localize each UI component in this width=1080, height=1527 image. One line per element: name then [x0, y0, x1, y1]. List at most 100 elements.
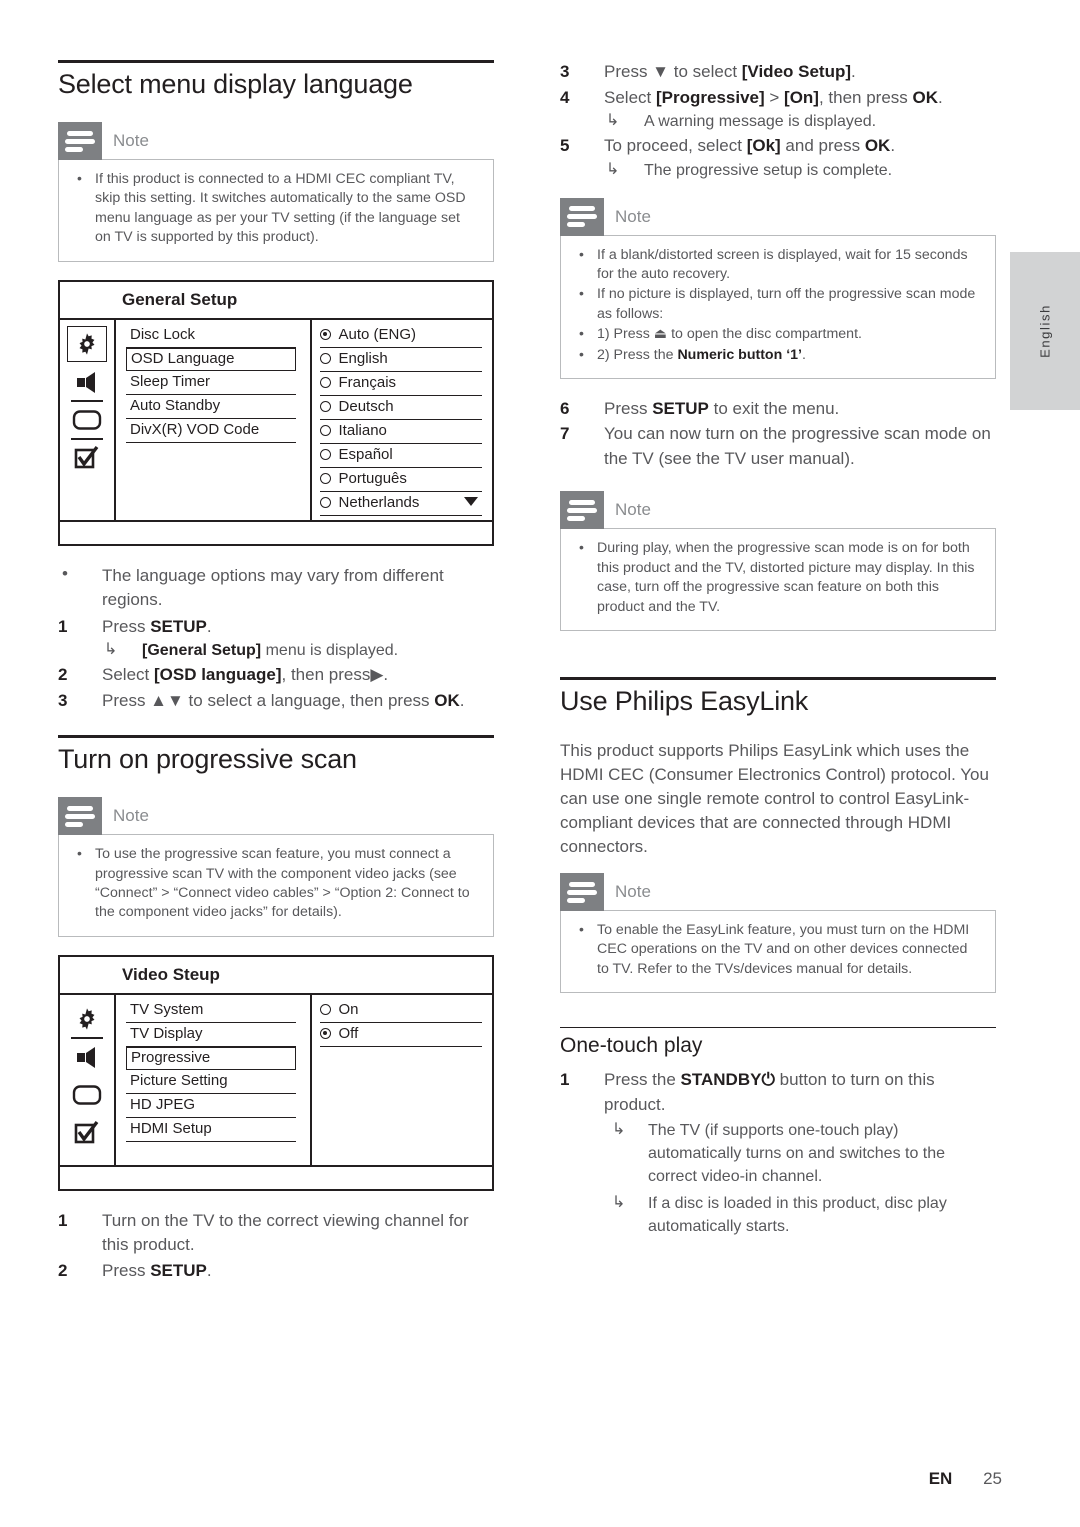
step-substep: ↳ The TV (if supports one-touch play) au…: [604, 1119, 996, 1188]
checkbox-icon[interactable]: [67, 1115, 107, 1151]
osd-columns: Disc Lock OSD Language Sleep Timer Auto …: [116, 319, 492, 520]
right-column: 3 Press ▼ to select [Video Setup]. 4 Sel…: [560, 60, 996, 1240]
note-box-during-play: Note During play, when the progressive s…: [560, 491, 996, 632]
osd-option-auto-eng[interactable]: Auto (ENG): [319, 324, 482, 348]
speaker-icon[interactable]: [67, 364, 107, 402]
osd-option-off[interactable]: Off: [319, 1023, 482, 1047]
note-bullet: If no picture is displayed, turn off the…: [575, 284, 981, 324]
step-substep: ↳ If a disc is loaded in this product, d…: [604, 1192, 996, 1238]
progressive-steps: 1 Turn on the TV to the correct viewing …: [58, 1209, 494, 1284]
step-number: 6: [560, 398, 570, 418]
section-title-easylink: Use Philips EasyLink: [560, 686, 809, 717]
osd-item-auto-standby[interactable]: Auto Standby: [126, 395, 296, 419]
step-number: 2: [58, 1260, 68, 1280]
video-setup-screenshot: Video Steup TV System TV Display Progres…: [58, 954, 494, 1191]
language-side-tab-label: English: [1037, 304, 1053, 358]
radio-icon: [319, 449, 331, 461]
note-header: Note: [560, 491, 996, 530]
osd-item-osd-language[interactable]: OSD Language: [126, 347, 296, 371]
tv-icon[interactable]: [67, 1077, 107, 1113]
language-note-list: The language options may vary from diffe…: [58, 562, 494, 613]
note-bullet-list: To enable the EasyLink feature, you must…: [575, 920, 981, 979]
osd-item-tv-display[interactable]: TV Display: [126, 1023, 296, 1047]
osd-title: Video Steup: [60, 957, 492, 995]
osd-item-picture-setting[interactable]: Picture Setting: [126, 1070, 296, 1094]
osd-option-label: English: [338, 349, 388, 367]
left-column: Select menu display language Note If thi…: [58, 60, 494, 1285]
step-text: Press ▼ to select [Video Setup].: [604, 62, 856, 81]
step-text: Press the STANDBY⏻ button to turn on thi…: [604, 1070, 935, 1114]
radio-icon: [319, 401, 331, 413]
osd-option-italiano[interactable]: Italiano: [319, 420, 482, 444]
note-bullet-list: If a blank/distorted screen is displayed…: [575, 245, 981, 365]
note-icon: [560, 873, 604, 912]
osd-option-espanol[interactable]: Español: [319, 444, 482, 468]
step-text: Turn on the TV to the correct viewing ch…: [102, 1210, 469, 1255]
tv-icon[interactable]: [67, 402, 107, 440]
heading-rule: [560, 677, 996, 681]
gear-icon[interactable]: [67, 1001, 107, 1039]
substep-text: The progressive setup is complete.: [644, 161, 893, 179]
osd-option-netherlands[interactable]: Netherlands: [319, 492, 482, 516]
osd-item-column: TV System TV Display Progressive Picture…: [116, 994, 312, 1165]
step-item: 3 Press ▲▼ to select a language, then pr…: [58, 689, 494, 714]
footer-language-code: EN: [928, 1469, 953, 1488]
arrow-icon: ↳: [606, 112, 620, 129]
step-number: 7: [560, 424, 570, 444]
radio-icon: [319, 425, 331, 437]
step-text: Press ▲▼ to select a language, then pres…: [102, 690, 465, 710]
subsection-title-one-touch-play: One-touch play: [560, 1034, 703, 1058]
osd-option-francais[interactable]: Français: [319, 372, 482, 396]
subheading-rule: [560, 1027, 996, 1029]
step-number: 1: [58, 616, 68, 636]
osd-item-progressive[interactable]: Progressive: [126, 1046, 296, 1070]
step-text: To proceed, select [Ok] and press OK.: [604, 136, 896, 155]
radio-icon: [319, 497, 331, 509]
step-number: 3: [58, 690, 68, 710]
note-body: If a blank/distorted screen is displayed…: [560, 234, 996, 379]
note-title: Note: [113, 806, 149, 826]
step-text: Press SETUP.: [102, 616, 212, 636]
osd-option-portugues[interactable]: Português: [319, 468, 482, 492]
radio-icon: [319, 473, 331, 485]
note-header: Note: [58, 797, 494, 836]
osd-columns: TV System TV Display Progressive Picture…: [116, 994, 492, 1165]
substep-text: The TV (if supports one-touch play) auto…: [648, 1122, 946, 1186]
osd-item-divx-vod-code[interactable]: DivX(R) VOD Code: [126, 419, 296, 443]
step-item: 2 Select [OSD language], then press▶.: [58, 663, 494, 688]
note-icon: [560, 197, 604, 236]
note-title: Note: [615, 882, 651, 902]
chevron-down-icon[interactable]: [464, 496, 478, 506]
note-title: Note: [615, 206, 651, 226]
note-bullet: To use the progressive scan feature, you…: [73, 844, 479, 923]
osd-item-hdmi-setup[interactable]: HDMI Setup: [126, 1118, 296, 1142]
note-bullet: During play, when the progressive scan m…: [575, 538, 981, 617]
step-substep: ↳ A warning message is displayed.: [604, 110, 996, 133]
step-text: Press SETUP.: [102, 1260, 212, 1280]
osd-item-disc-lock[interactable]: Disc Lock: [126, 324, 296, 348]
osd-item-column: Disc Lock OSD Language Sleep Timer Auto …: [116, 319, 312, 520]
note-body: During play, when the progressive scan m…: [560, 528, 996, 632]
step-item: 4 Select [Progressive] > [On], then pres…: [560, 86, 996, 134]
osd-option-english[interactable]: English: [319, 348, 482, 372]
osd-icon-rail: [60, 319, 116, 520]
osd-item-hd-jpeg[interactable]: HD JPEG: [126, 1094, 296, 1118]
step-number: 1: [58, 1210, 68, 1230]
note-body: If this product is connected to a HDMI C…: [58, 159, 494, 262]
language-steps: 1 Press SETUP. ↳ [General Setup] menu is…: [58, 615, 494, 714]
speaker-icon[interactable]: [67, 1039, 107, 1075]
checkbox-icon[interactable]: [67, 440, 107, 476]
osd-option-on[interactable]: On: [319, 999, 482, 1023]
gear-icon[interactable]: [67, 325, 107, 362]
osd-item-tv-system[interactable]: TV System: [126, 999, 296, 1023]
osd-option-deutsch[interactable]: Deutsch: [319, 396, 482, 420]
step-item: 2 Press SETUP.: [58, 1259, 494, 1284]
step-number: 3: [560, 62, 570, 81]
note-bullet: To enable the EasyLink feature, you must…: [575, 920, 981, 979]
general-setup-screenshot: General Setup Disc Lock OSD Language Sle…: [58, 279, 494, 546]
osd-option-label: Netherlands: [338, 493, 420, 511]
language-side-tab: English: [1010, 252, 1080, 410]
page-title: Select menu display language: [58, 69, 413, 99]
heading-rule: [58, 735, 494, 739]
osd-item-sleep-timer[interactable]: Sleep Timer: [126, 371, 296, 395]
